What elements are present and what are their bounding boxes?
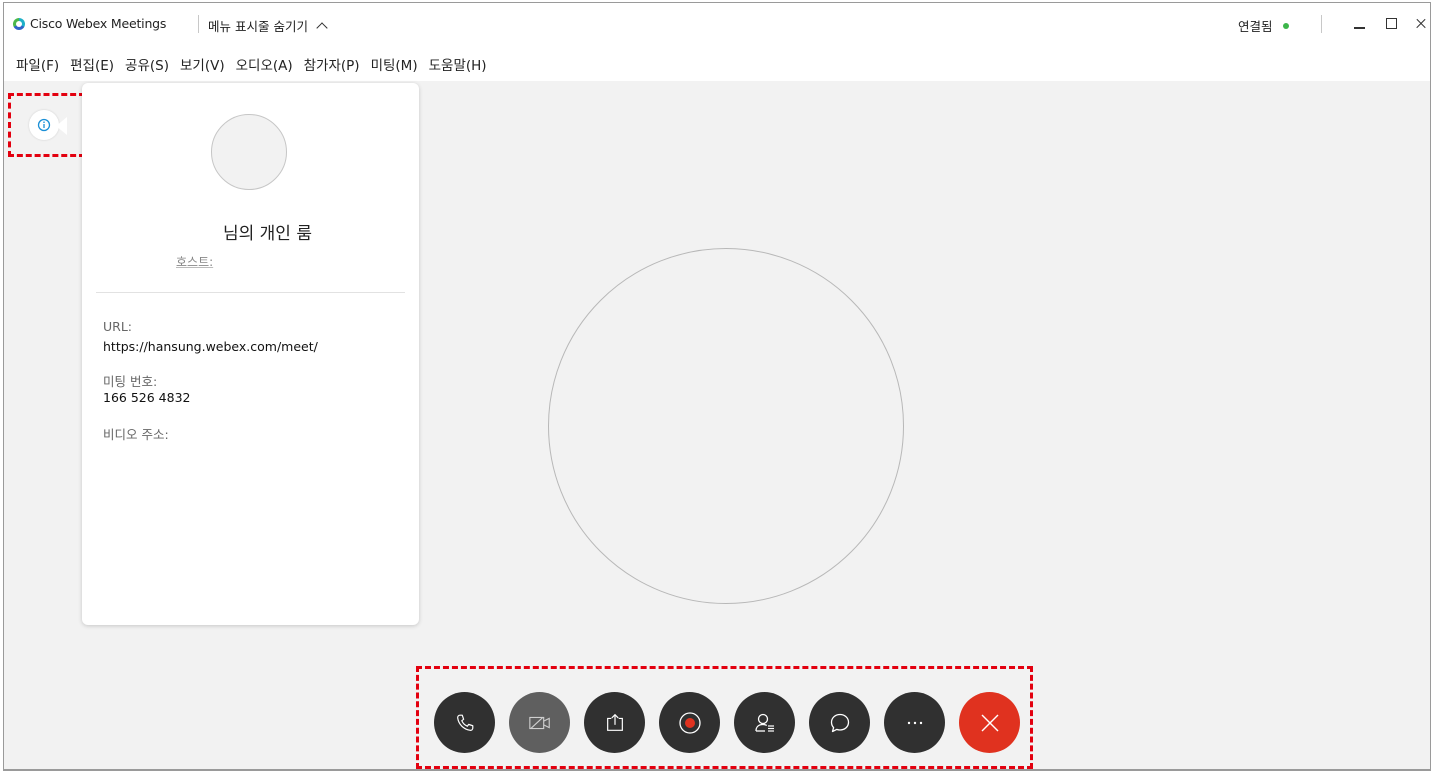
meeting-area: 님의 개인 룸 호스트: URL: https://hansung.webex.…: [4, 81, 1430, 769]
meeting-number-label: 미팅 번호:: [103, 374, 158, 389]
record-icon: [678, 711, 701, 734]
webex-window: Cisco Webex Meetings 메뉴 표시줄 숨기기 연결됨 파일(F…: [3, 2, 1431, 771]
chat-icon: [830, 713, 849, 732]
maximize-button[interactable]: [1380, 13, 1404, 35]
video-off-icon: [528, 716, 550, 729]
title-separator: [1321, 15, 1322, 33]
chat-button[interactable]: [809, 692, 870, 753]
share-icon: [606, 713, 623, 731]
video-button[interactable]: [509, 692, 570, 753]
meeting-info-button[interactable]: [29, 110, 59, 140]
meeting-info-panel: 님의 개인 룸 호스트: URL: https://hansung.webex.…: [82, 83, 419, 625]
url-label: URL:: [103, 319, 133, 334]
menu-participants[interactable]: 참가자(P): [304, 54, 360, 74]
info-button-highlight: [8, 93, 85, 157]
window-close-button[interactable]: [1411, 13, 1434, 35]
audio-button[interactable]: [434, 692, 495, 753]
participants-button[interactable]: [734, 692, 795, 753]
menu-audio[interactable]: 오디오(A): [236, 54, 293, 74]
more-button[interactable]: [884, 692, 945, 753]
room-name: 님의 개인 룸: [222, 224, 312, 244]
connection-status: 연결됨: [1238, 16, 1289, 35]
title-bar: Cisco Webex Meetings 메뉴 표시줄 숨기기 연결됨: [4, 3, 1430, 45]
app-title: Cisco Webex Meetings: [30, 16, 167, 31]
meeting-number-value: 166 526 4832: [103, 390, 191, 405]
webex-logo-icon: [13, 18, 25, 30]
connection-status-dot-icon: [1282, 22, 1289, 29]
participants-icon: [754, 713, 774, 732]
video-address-label: 비디오 주소:: [103, 427, 169, 442]
menu-toggle-label: 메뉴 표시줄 숨기기: [208, 19, 308, 34]
menu-help[interactable]: 도움말(H): [429, 54, 487, 74]
menu-bar: 파일(F) 편집(E) 공유(S) 보기(V) 오디오(A) 참가자(P) 미팅…: [4, 45, 1430, 81]
menu-share[interactable]: 공유(S): [125, 54, 169, 74]
menu-view[interactable]: 보기(V): [180, 54, 225, 74]
panel-divider: [96, 292, 405, 293]
panel-pointer: [56, 117, 67, 135]
menu-bar-toggle[interactable]: 메뉴 표시줄 숨기기: [208, 16, 328, 35]
host-avatar: [211, 114, 287, 190]
menu-file[interactable]: 파일(F): [16, 54, 59, 74]
info-icon: [37, 118, 51, 132]
url-value[interactable]: https://hansung.webex.com/meet/: [103, 339, 318, 354]
participant-avatar: [548, 248, 904, 604]
close-icon: [981, 714, 998, 731]
meeting-controls: [416, 666, 1033, 769]
host-label[interactable]: 호스트:: [176, 253, 213, 270]
title-separator: [198, 15, 199, 33]
leave-button[interactable]: [959, 692, 1020, 753]
phone-icon: [456, 714, 473, 731]
menu-edit[interactable]: 편집(E): [70, 54, 114, 74]
menu-meeting[interactable]: 미팅(M): [371, 54, 418, 74]
minimize-button[interactable]: [1349, 13, 1373, 35]
share-button[interactable]: [584, 692, 645, 753]
record-button[interactable]: [659, 692, 720, 753]
connection-status-label: 연결됨: [1238, 19, 1273, 34]
chevron-up-icon: [316, 22, 328, 34]
more-icon: [907, 721, 922, 724]
